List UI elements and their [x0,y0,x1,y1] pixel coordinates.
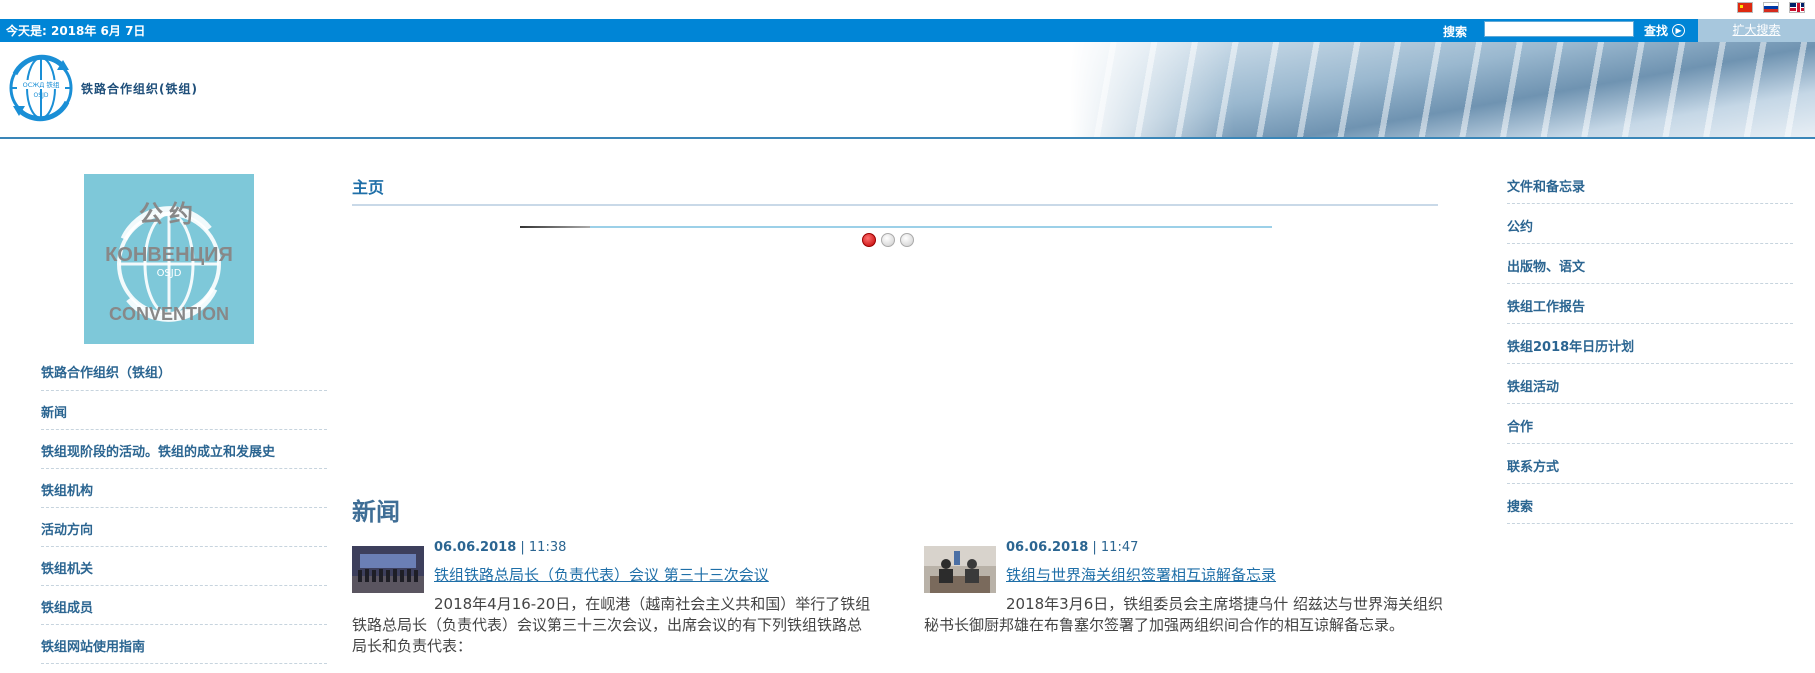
slider-dot-3[interactable] [900,233,914,247]
current-date: 今天是: 2018年 6月 7日 [6,24,146,38]
language-selector [1737,2,1805,13]
convention-title-english: CONVENTION [108,304,229,324]
convention-title-chinese: 公约 [139,201,199,228]
news-meta: 06.06.2018 | 11:38 [434,540,566,555]
arrow-right-icon: ▶ [1672,24,1686,37]
right-nav-item-events[interactable]: 铁组活动 [1507,364,1793,404]
news-summary: 2018年4月16-20日，在岘港（越南社会主义共和国）举行了铁组铁路总局长（负… [352,595,871,655]
news-separator: | [516,540,529,555]
left-sidebar: OSJD 公约 КОНВЕНЦИЯ CONVENTION 铁路合作组织（铁组） … [41,174,327,664]
left-nav-item-members[interactable]: 铁组成员 [41,586,327,625]
right-sidebar: 文件和备忘录 公约 出版物、语文 铁组工作报告 铁组2018年日历计划 铁组活动… [1507,164,1793,524]
left-nav-item-structure[interactable]: 铁组机构 [41,469,327,508]
logo-text-bottom: OSJD [34,92,49,99]
right-nav-item-publications[interactable]: 出版物、语文 [1507,244,1793,284]
right-nav-item-calendar[interactable]: 铁组2018年日历计划 [1507,324,1793,364]
train-banner-image [1070,42,1815,137]
main-content: 主页 [352,174,1438,228]
news-thumbnail[interactable] [352,546,424,593]
right-nav-item-contacts[interactable]: 联系方式 [1507,444,1793,484]
slider-dots [862,233,914,247]
left-nav-item-bodies[interactable]: 铁组机关 [41,547,327,586]
search-input[interactable] [1484,21,1634,37]
news-time: 11:38 [528,540,567,555]
page-title: 主页 [352,174,1438,206]
osjd-logo-icon[interactable]: ОСЖД 铁组 OSJD [3,50,79,126]
news-separator: | [1088,540,1101,555]
right-nav-item-cooperation[interactable]: 合作 [1507,404,1793,444]
english-flag-icon[interactable] [1789,2,1805,13]
image-slider[interactable] [520,226,1272,228]
slider-dot-2[interactable] [881,233,895,247]
left-nav-list: 铁路合作组织（铁组） 新闻 铁组现阶段的活动。铁组的成立和发展史 铁组机构 活动… [41,362,327,664]
news-date: 06.06.2018 [1006,540,1089,555]
right-nav-item-conventions[interactable]: 公约 [1507,204,1793,244]
find-button[interactable]: 查找 ▶ [1644,22,1686,39]
news-date: 06.06.2018 [434,540,517,555]
left-nav-item-guide[interactable]: 铁组网站使用指南 [41,625,327,664]
news-time: 11:47 [1100,540,1139,555]
logo-text-top: ОСЖД 铁组 [23,80,60,89]
news-heading: 新闻 [352,498,400,526]
convention-banner[interactable]: OSJD 公约 КОНВЕНЦИЯ CONVENTION [84,174,254,344]
slider-dot-1[interactable] [862,233,876,247]
organization-name[interactable]: 铁路合作组织(铁组) [81,80,198,97]
find-button-label: 查找 [1644,24,1669,38]
advanced-search-link[interactable]: 扩大搜索 [1698,19,1815,42]
left-nav-item-osjd[interactable]: 铁路合作组织（铁组） [41,362,327,391]
news-title-link[interactable]: 铁组与世界海关组织签署相互谅解备忘录 [1006,564,1276,585]
site-header: ОСЖД 铁组 OSJD 铁路合作组织(铁组) [0,42,1815,139]
news-meta: 06.06.2018 | 11:47 [1006,540,1138,555]
left-nav-item-news[interactable]: 新闻 [41,391,327,430]
top-bar: 今天是: 2018年 6月 7日 搜索 查找 ▶ 扩大搜索 [0,19,1815,42]
russian-flag-icon[interactable] [1763,2,1779,13]
search-label: 搜索 [1443,25,1468,39]
right-nav-item-reports[interactable]: 铁组工作报告 [1507,284,1793,324]
right-nav-list: 文件和备忘录 公约 出版物、语文 铁组工作报告 铁组2018年日历计划 铁组活动… [1507,164,1793,524]
left-nav-item-history[interactable]: 铁组现阶段的活动。铁组的成立和发展史 [41,430,327,469]
right-nav-item-documents[interactable]: 文件和备忘录 [1507,164,1793,204]
news-summary: 2018年3月6日，铁组委员会主席塔捷乌什 绍兹达与世界海关组织秘书长御厨邦雄在… [924,595,1444,634]
chinese-flag-icon[interactable] [1737,2,1753,13]
convention-logo-text: OSJD [157,268,182,279]
news-title-link[interactable]: 铁组铁路总局长（负责代表）会议 第三十三次会议 [434,564,769,585]
convention-title-russian: КОНВЕНЦИЯ [105,244,233,266]
news-thumbnail[interactable] [924,546,996,593]
left-nav-item-activities[interactable]: 活动方向 [41,508,327,547]
right-nav-item-search[interactable]: 搜索 [1507,484,1793,524]
